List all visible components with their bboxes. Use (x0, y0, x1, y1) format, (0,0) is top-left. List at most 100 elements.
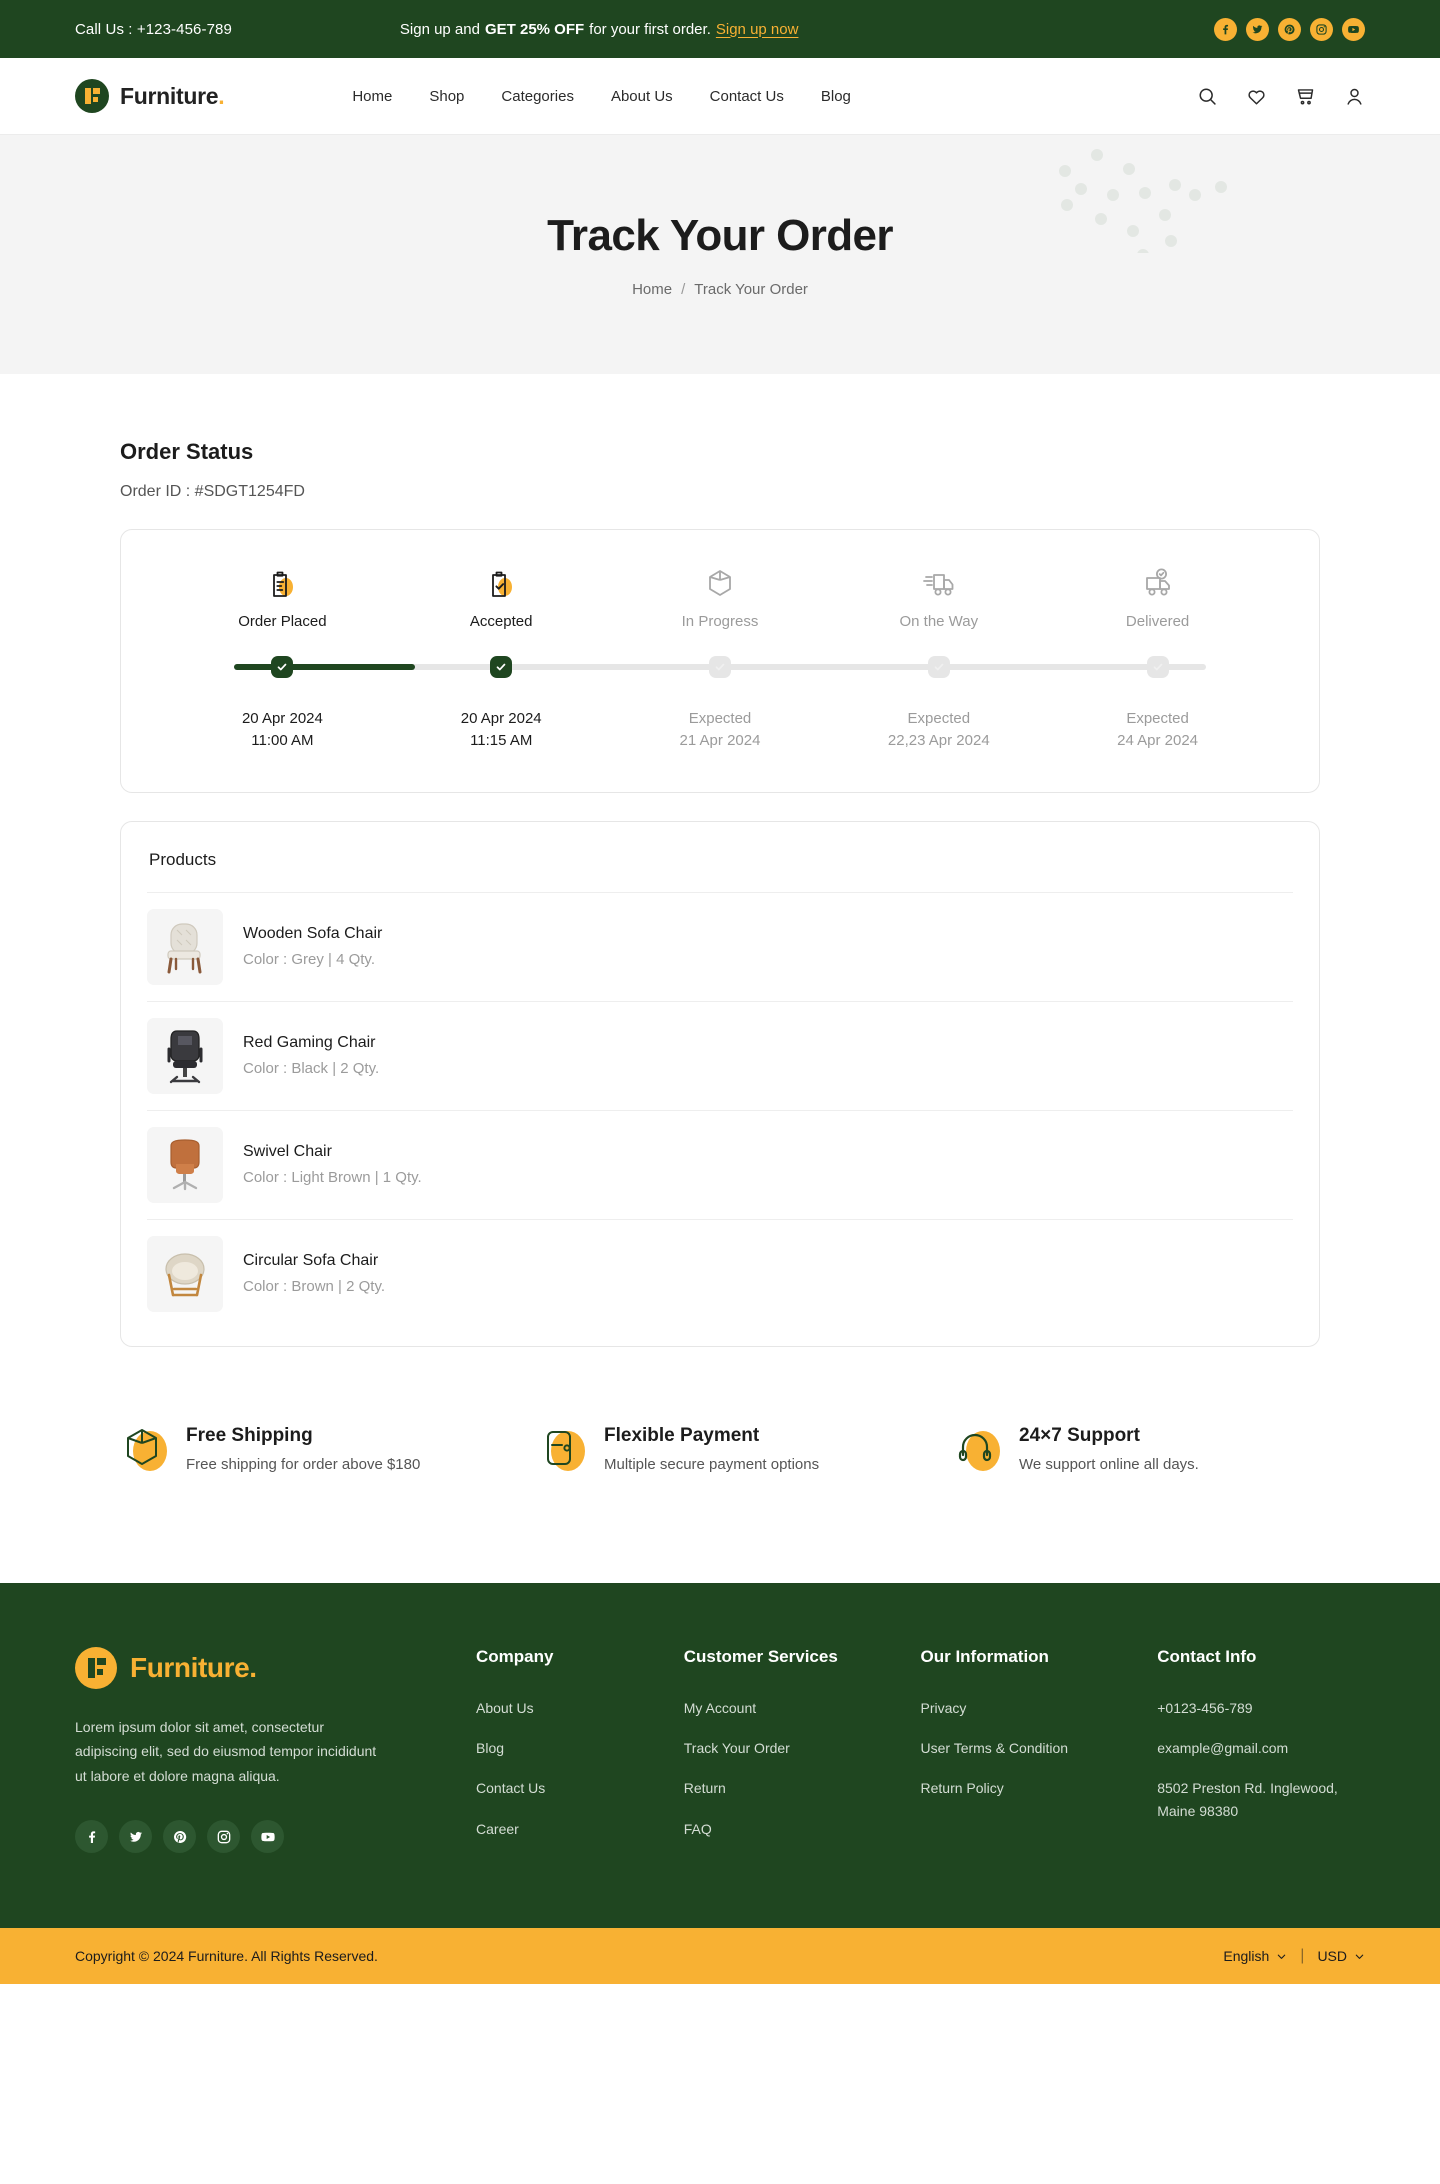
tracker-node-on-the-way (927, 656, 950, 678)
product-row[interactable]: Wooden Sofa Chair Color : Grey | 4 Qty. (147, 891, 1293, 1001)
instagram-icon[interactable] (1310, 17, 1333, 41)
footer-column-heading: Customer Services (683, 1646, 838, 1666)
pinterest-icon[interactable] (163, 1820, 196, 1853)
footer-contact-email[interactable]: example@gmail.com (1157, 1737, 1365, 1759)
footer-column-customer-services: Customer Services My Account Track Your … (684, 1647, 921, 1859)
brand-name: Furniture. (120, 82, 225, 110)
footer-brand: Furniture. Lorem ipsum dolor sit amet, c… (75, 1646, 476, 1859)
nav-item-home[interactable]: Home (352, 88, 392, 105)
tracker-date-bottom: 22,23 Apr 2024 (887, 731, 990, 749)
product-name: Swivel Chair (243, 1143, 332, 1160)
tracker-node-order-placed (271, 656, 294, 678)
currency-value: USD (1317, 1948, 1347, 1965)
promo-prefix: Sign up and (399, 20, 480, 38)
truck-fast-icon (922, 565, 956, 599)
footer-link-return-policy[interactable]: Return Policy (921, 1780, 1004, 1796)
facebook-icon[interactable] (75, 1820, 108, 1853)
feature-subtitle: We support online all days. (1019, 1455, 1199, 1473)
circular-sofa-chair-image (147, 1235, 223, 1312)
footer-column-contact-info: Contact Info +0123-456-789 example@gmail… (1157, 1647, 1365, 1859)
furniture-logo-icon (75, 1646, 117, 1689)
product-meta: Color : Grey | 4 Qty. (243, 951, 375, 968)
nav-item-blog[interactable]: Blog (821, 88, 851, 105)
tracker-date-in-progress: Expected 21 Apr 2024 (611, 708, 830, 752)
tracker-step-in-progress: In Progress (611, 565, 830, 630)
products-title: Products (149, 849, 217, 869)
youtube-icon[interactable] (1342, 17, 1365, 41)
cart-icon[interactable] (1295, 86, 1316, 107)
footer-contact-phone[interactable]: +0123-456-789 (1157, 1697, 1365, 1719)
product-meta: Color : Black | 2 Qty. (243, 1060, 380, 1077)
copyright-bar: Copyright © 2024 Furniture. All Rights R… (0, 1928, 1440, 1985)
wishlist-heart-icon[interactable] (1246, 86, 1267, 107)
twitter-icon[interactable] (1246, 17, 1269, 41)
page-title: Track Your Order (547, 211, 893, 260)
search-icon[interactable] (1197, 86, 1218, 107)
copyright-text: Copyright © 2024 Furniture. All Rights R… (75, 1948, 378, 1965)
red-gaming-chair-image (147, 1017, 223, 1094)
footer-brand-dot: . (249, 1651, 257, 1683)
brand-name-text: Furniture (120, 82, 219, 109)
wooden-sofa-chair-image (147, 908, 223, 985)
footer-link-track-your-order[interactable]: Track Your Order (684, 1740, 790, 1756)
footer-link-user-terms[interactable]: User Terms & Condition (921, 1740, 1069, 1756)
breadcrumb-home[interactable]: Home (632, 281, 672, 298)
nav-item-categories[interactable]: Categories (501, 88, 574, 105)
footer-logo[interactable]: Furniture. (75, 1646, 476, 1689)
nav-item-about-us[interactable]: About Us (611, 88, 673, 105)
footer-link-my-account[interactable]: My Account (684, 1700, 756, 1716)
tracker-progress-bar (173, 656, 1267, 678)
twitter-icon[interactable] (119, 1820, 152, 1853)
tracker-step-label: In Progress (681, 613, 759, 630)
tracker-step-label: On the Way (899, 613, 979, 630)
tracker-steps: Order Placed Accepted In Progress On the… (173, 565, 1267, 630)
tracker-date-top: 20 Apr 2024 (241, 710, 323, 727)
footer-column-heading: Our Information (920, 1646, 1049, 1666)
clipboard-list-icon (267, 565, 297, 599)
nav-item-contact-us[interactable]: Contact Us (710, 88, 784, 105)
tracker-step-accepted: Accepted (392, 565, 611, 630)
footer-link-contact-us[interactable]: Contact Us (476, 1780, 545, 1796)
product-row[interactable]: Red Gaming Chair Color : Black | 2 Qty. (147, 1000, 1293, 1110)
footer-contact-address: 8502 Preston Rd. Inglewood, Maine 98380 (1157, 1780, 1338, 1819)
footer-brand-text: Furniture (130, 1651, 250, 1683)
footer-link-career[interactable]: Career (476, 1821, 519, 1837)
instagram-icon[interactable] (207, 1820, 240, 1853)
furniture-logo-icon (75, 79, 109, 113)
footer-column-heading: Contact Info (1157, 1646, 1257, 1666)
currency-selector[interactable]: USD (1317, 1948, 1365, 1964)
footer-link-faq[interactable]: FAQ (684, 1821, 712, 1837)
footer-link-privacy[interactable]: Privacy (921, 1700, 967, 1716)
product-row[interactable]: Circular Sofa Chair Color : Brown | 2 Qt… (147, 1218, 1293, 1328)
tracker-date-accepted: 20 Apr 2024 11:15 AM (392, 708, 611, 752)
brand-logo[interactable]: Furniture. (75, 79, 225, 113)
pinterest-icon[interactable] (1278, 17, 1301, 41)
breadcrumb-separator: / (681, 281, 686, 298)
chevron-down-icon (1355, 1954, 1364, 1959)
language-selector[interactable]: English (1223, 1948, 1287, 1964)
tracker-step-label: Accepted (469, 613, 533, 630)
footer-link-blog[interactable]: Blog (476, 1740, 504, 1756)
language-value: English (1223, 1948, 1270, 1965)
product-row[interactable]: Swivel Chair Color : Light Brown | 1 Qty… (147, 1109, 1293, 1219)
product-name: Circular Sofa Chair (243, 1252, 379, 1269)
nav-item-shop[interactable]: Shop (429, 88, 464, 105)
tracker-date-top: Expected (1126, 710, 1189, 727)
footer-link-return[interactable]: Return (684, 1780, 726, 1796)
call-us-text: Call Us : +123-456-789 (75, 21, 232, 38)
account-user-icon[interactable] (1344, 86, 1365, 107)
tracker-step-label: Delivered (1125, 613, 1190, 630)
order-status-title: Order Status (120, 439, 254, 464)
youtube-icon[interactable] (251, 1820, 284, 1853)
tracker-node-in-progress (708, 656, 731, 678)
tracker-date-bottom: 11:00 AM (251, 731, 314, 749)
facebook-icon[interactable] (1214, 17, 1237, 41)
tracker-date-bottom: 24 Apr 2024 (1117, 731, 1199, 749)
footer-social-links (75, 1820, 476, 1853)
call-us-label: Call Us : (75, 20, 133, 38)
site-footer: Furniture. Lorem ipsum dolor sit amet, c… (0, 1582, 1440, 1929)
tracker-date-on-the-way: Expected 22,23 Apr 2024 (829, 708, 1048, 752)
signup-now-link[interactable]: Sign up now (716, 21, 799, 38)
footer-link-about-us[interactable]: About Us (476, 1700, 534, 1716)
tracker-date-top: 20 Apr 2024 (460, 710, 542, 727)
